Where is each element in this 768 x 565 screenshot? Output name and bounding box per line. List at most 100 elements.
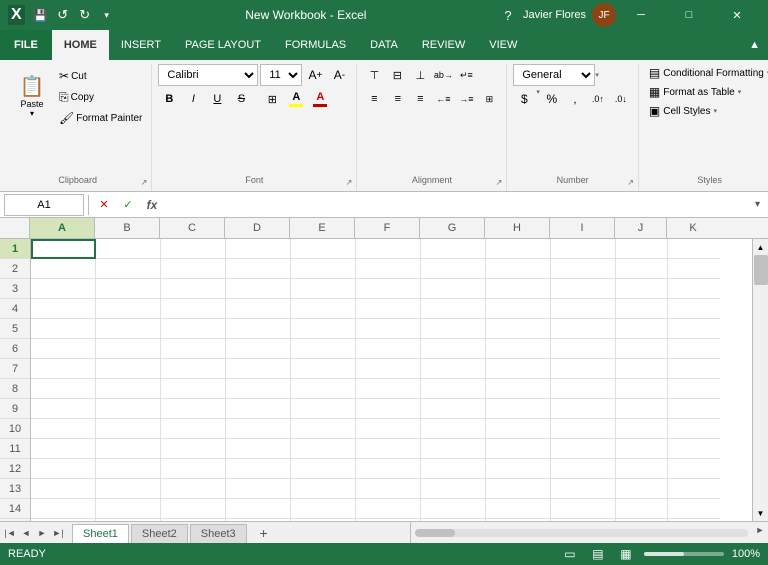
cell-J4[interactable]: [616, 299, 668, 319]
cell-J10[interactable]: [616, 419, 668, 439]
increase-indent-button[interactable]: →≡: [455, 88, 477, 110]
first-sheet-button[interactable]: |◄: [2, 525, 18, 541]
row-num-4[interactable]: 4: [0, 299, 30, 319]
font-family-select[interactable]: Calibri: [158, 64, 258, 86]
h-scroll-thumb[interactable]: [415, 529, 455, 537]
bold-button[interactable]: B: [158, 88, 180, 110]
col-header-H[interactable]: H: [485, 218, 550, 238]
clipboard-dialog-launcher[interactable]: ↗: [141, 178, 148, 187]
cell-C13[interactable]: [161, 479, 226, 499]
cell-F9[interactable]: [356, 399, 421, 419]
cell-I9[interactable]: [551, 399, 616, 419]
cell-H15[interactable]: [486, 519, 551, 521]
cell-G6[interactable]: [421, 339, 486, 359]
cell-D11[interactable]: [226, 439, 291, 459]
cell-E6[interactable]: [291, 339, 356, 359]
cell-F14[interactable]: [356, 499, 421, 519]
last-sheet-button[interactable]: ►|: [50, 525, 66, 541]
cell-A12[interactable]: [31, 459, 96, 479]
cell-B7[interactable]: [96, 359, 161, 379]
cell-E3[interactable]: [291, 279, 356, 299]
cell-H14[interactable]: [486, 499, 551, 519]
cell-D3[interactable]: [226, 279, 291, 299]
zoom-slider[interactable]: [644, 552, 724, 556]
cell-B6[interactable]: [96, 339, 161, 359]
cell-H6[interactable]: [486, 339, 551, 359]
cell-G1[interactable]: [421, 239, 486, 259]
row-num-11[interactable]: 11: [0, 439, 30, 459]
cell-J13[interactable]: [616, 479, 668, 499]
cell-D14[interactable]: [226, 499, 291, 519]
vertical-scrollbar[interactable]: ▲ ▼: [752, 239, 768, 521]
tab-insert[interactable]: INSERT: [109, 30, 173, 60]
cut-button[interactable]: ✂ Cut: [56, 66, 145, 86]
strikethrough-button[interactable]: S: [230, 88, 252, 110]
confirm-formula-button[interactable]: ✓: [117, 194, 139, 216]
cell-I15[interactable]: [551, 519, 616, 521]
cell-B14[interactable]: [96, 499, 161, 519]
cell-G12[interactable]: [421, 459, 486, 479]
align-bottom-button[interactable]: ⊥: [409, 64, 431, 86]
cell-G15[interactable]: [421, 519, 486, 521]
tab-data[interactable]: DATA: [358, 30, 410, 60]
save-button[interactable]: 💾: [31, 5, 51, 25]
cell-G5[interactable]: [421, 319, 486, 339]
cell-F3[interactable]: [356, 279, 421, 299]
currency-arrow[interactable]: ▾: [536, 88, 540, 110]
align-left-button[interactable]: ≡: [363, 88, 385, 110]
cell-E10[interactable]: [291, 419, 356, 439]
cell-I4[interactable]: [551, 299, 616, 319]
cell-E7[interactable]: [291, 359, 356, 379]
decrease-font-size-button[interactable]: A-: [328, 64, 350, 86]
cell-I14[interactable]: [551, 499, 616, 519]
col-header-B[interactable]: B: [95, 218, 160, 238]
page-break-view-button[interactable]: ▦: [616, 544, 636, 564]
cell-G2[interactable]: [421, 259, 486, 279]
cell-D15[interactable]: [226, 519, 291, 521]
cell-styles-button[interactable]: ▣ Cell Styles ▾: [645, 102, 768, 120]
cell-H4[interactable]: [486, 299, 551, 319]
page-layout-view-button[interactable]: ▤: [588, 544, 608, 564]
cell-B12[interactable]: [96, 459, 161, 479]
col-header-C[interactable]: C: [160, 218, 225, 238]
cell-J1[interactable]: [616, 239, 668, 259]
row-num-2[interactable]: 2: [0, 259, 30, 279]
cell-B9[interactable]: [96, 399, 161, 419]
cell-D6[interactable]: [226, 339, 291, 359]
cell-K1[interactable]: [668, 239, 720, 259]
scroll-down-button[interactable]: ▼: [753, 505, 768, 521]
cell-A15[interactable]: [31, 519, 96, 521]
cell-K3[interactable]: [668, 279, 720, 299]
cell-H7[interactable]: [486, 359, 551, 379]
cell-I6[interactable]: [551, 339, 616, 359]
cell-H10[interactable]: [486, 419, 551, 439]
tab-review[interactable]: REVIEW: [410, 30, 477, 60]
cell-J9[interactable]: [616, 399, 668, 419]
cell-A14[interactable]: [31, 499, 96, 519]
cell-B8[interactable]: [96, 379, 161, 399]
cell-B5[interactable]: [96, 319, 161, 339]
cell-C1[interactable]: [161, 239, 226, 259]
cell-D8[interactable]: [226, 379, 291, 399]
cell-C12[interactable]: [161, 459, 226, 479]
cell-G8[interactable]: [421, 379, 486, 399]
horizontal-scrollbar[interactable]: [410, 522, 753, 543]
cell-K6[interactable]: [668, 339, 720, 359]
align-middle-button[interactable]: ⊟: [386, 64, 408, 86]
cell-F4[interactable]: [356, 299, 421, 319]
col-header-I[interactable]: I: [550, 218, 615, 238]
font-dialog-launcher[interactable]: ↗: [346, 178, 353, 187]
cell-A3[interactable]: [31, 279, 96, 299]
cell-G10[interactable]: [421, 419, 486, 439]
row-num-14[interactable]: 14: [0, 499, 30, 519]
conditional-formatting-button[interactable]: ▤ Conditional Formatting ▾: [645, 64, 768, 82]
col-header-E[interactable]: E: [290, 218, 355, 238]
decrease-decimal-button[interactable]: .0↓: [610, 88, 632, 110]
col-header-A[interactable]: A: [30, 218, 95, 238]
cell-J14[interactable]: [616, 499, 668, 519]
cell-E11[interactable]: [291, 439, 356, 459]
cell-C3[interactable]: [161, 279, 226, 299]
cell-K12[interactable]: [668, 459, 720, 479]
currency-button[interactable]: $: [513, 88, 535, 110]
cell-K13[interactable]: [668, 479, 720, 499]
